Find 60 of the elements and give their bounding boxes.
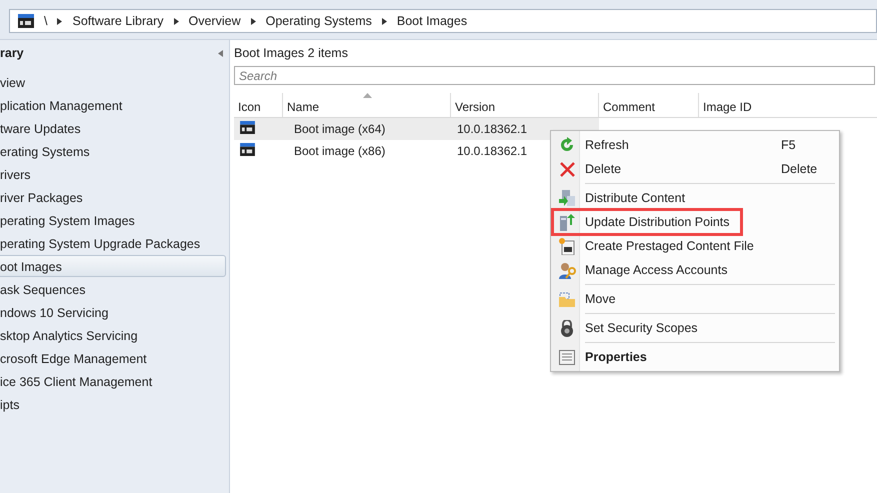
- chevron-icon: [382, 18, 387, 24]
- breadcrumb-item[interactable]: Software Library: [72, 14, 164, 28]
- breadcrumb-item[interactable]: Overview: [188, 14, 241, 28]
- column-header[interactable]: Image ID: [699, 93, 877, 117]
- column-header[interactable]: Name: [283, 93, 451, 117]
- distribute-icon: [559, 190, 575, 206]
- console-icon: [240, 143, 255, 156]
- menu-item[interactable]: Manage Access Accounts: [553, 258, 837, 282]
- sidebar-item[interactable]: rivers: [0, 163, 226, 185]
- column-header[interactable]: Version: [451, 93, 599, 117]
- sidebar-item[interactable]: ipts: [0, 393, 226, 415]
- lock-icon: [560, 320, 574, 336]
- menu-item[interactable]: Create Prestaged Content File: [553, 234, 837, 258]
- table-row[interactable]: Boot image (x64) 10.0.18362.1: [234, 118, 599, 140]
- sidebar-item[interactable]: sktop Analytics Servicing: [0, 324, 226, 346]
- user-key-icon: [558, 262, 576, 278]
- console-icon: [18, 14, 34, 28]
- chevron-icon: [250, 18, 256, 24]
- properties-icon: [559, 350, 575, 364]
- sidebar-item[interactable]: plication Management: [0, 94, 226, 116]
- file-icon: [559, 238, 575, 254]
- column-header[interactable]: Comment: [599, 93, 699, 117]
- sort-icon: [363, 93, 372, 98]
- breadcrumb-item[interactable]: Operating Systems: [266, 14, 372, 28]
- breadcrumb-item[interactable]: \: [44, 14, 48, 28]
- sidebar-item[interactable]: ndows 10 Servicing: [0, 301, 226, 323]
- sidebar-item[interactable]: perating System Upgrade Packages: [0, 232, 226, 254]
- sidebar-item[interactable]: crosoft Edge Management: [0, 347, 226, 369]
- address-bar[interactable]: \ Software Library Overview Operating Systems Boot Images: [9, 9, 877, 33]
- sidebar-item[interactable]: view: [0, 71, 226, 93]
- update-icon: [559, 214, 575, 230]
- chevron-icon: [174, 18, 178, 24]
- sidebar-title: rary: [0, 46, 24, 60]
- breadcrumb-item[interactable]: Boot Images: [396, 14, 468, 28]
- refresh-icon: [559, 137, 575, 153]
- sidebar-item[interactable]: ask Sequences: [0, 278, 226, 300]
- table-cell: Boot image (x64): [294, 122, 386, 136]
- table-cell: Boot image (x86): [294, 144, 386, 158]
- sidebar-item[interactable]: tware Updates: [0, 117, 226, 139]
- chevron-icon: [57, 18, 62, 24]
- table-cell: 10.0.18362.1: [457, 144, 528, 158]
- delete-icon: [560, 162, 574, 176]
- menu-item[interactable]: Delete Delete: [553, 157, 837, 181]
- column-header[interactable]: Icon: [234, 93, 283, 117]
- sidebar-item[interactable]: ice 365 Client Management: [0, 370, 226, 392]
- menu-item[interactable]: Properties: [553, 345, 837, 369]
- menu-item[interactable]: Set Security Scopes: [553, 316, 837, 340]
- search-field[interactable]: Search: [234, 66, 875, 85]
- sidebar-item[interactable]: oot Images: [0, 255, 226, 277]
- list-title: Boot Images 2 items: [234, 46, 349, 62]
- sidebar-item[interactable]: river Packages: [0, 186, 226, 208]
- menu-item[interactable]: Move: [553, 287, 837, 311]
- sidebar-item[interactable]: erating Systems: [0, 140, 226, 162]
- collapse-icon[interactable]: [218, 50, 223, 56]
- menu-item[interactable]: Update Distribution Points: [553, 210, 741, 234]
- console-icon: [240, 121, 255, 134]
- sidebar-item[interactable]: perating System Images: [0, 209, 226, 231]
- menu-item[interactable]: Distribute Content: [553, 186, 837, 210]
- folder-icon: [558, 292, 576, 306]
- table-cell: 10.0.18362.1: [457, 122, 528, 136]
